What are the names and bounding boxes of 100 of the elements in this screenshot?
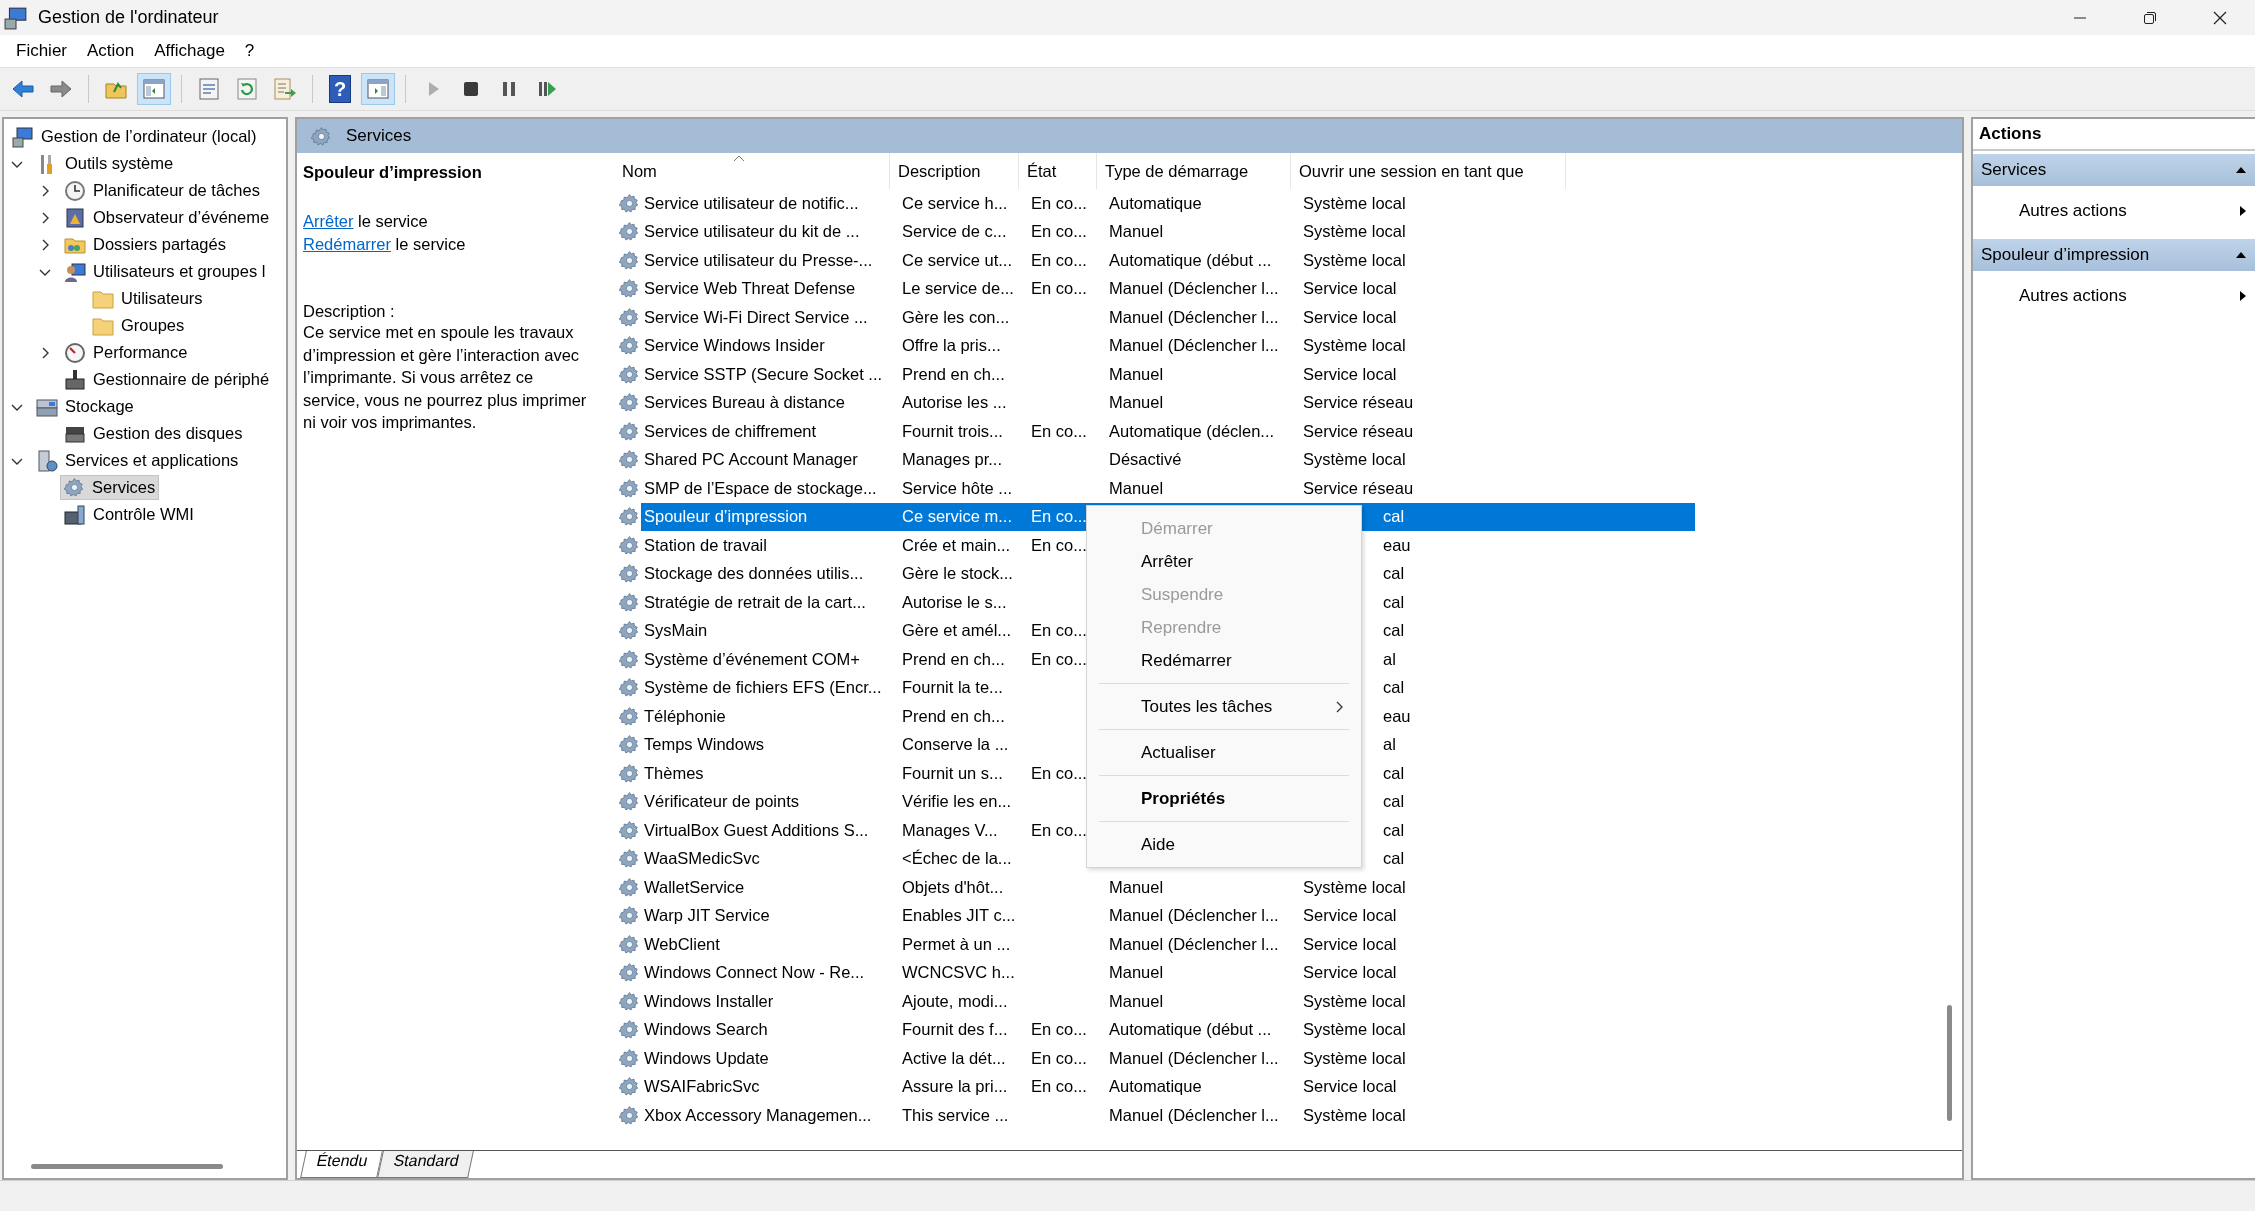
tree-item[interactable]: Outils système <box>32 150 178 177</box>
table-cell[interactable]: WalletService <box>641 877 894 897</box>
tree-item[interactable]: Utilisateurs et groupes l <box>60 258 270 285</box>
tree-item[interactable]: Performance <box>60 339 192 366</box>
table-cell: En co... <box>1031 649 1087 668</box>
table-cell[interactable]: Service Wi-Fi Direct Service ... <box>641 307 894 327</box>
tree-item[interactable]: Gestion de l’ordinateur (local) <box>8 123 261 150</box>
tree-item[interactable]: Services et applications <box>32 447 243 474</box>
table-cell[interactable]: Service utilisateur du Presse-... <box>641 250 894 270</box>
column-header[interactable]: Type de démarrage <box>1097 153 1291 189</box>
table-cell[interactable]: Service Web Threat Defense <box>641 279 894 299</box>
action-pane-button[interactable] <box>361 73 395 105</box>
table-cell-text: Fournit trois... <box>901 421 1004 441</box>
scroll-thumb[interactable] <box>31 1163 223 1169</box>
table-cell[interactable]: Station de travail <box>641 535 894 555</box>
action-item[interactable]: Autres actions <box>1973 271 2255 321</box>
menu-item[interactable]: Affichage <box>144 41 235 61</box>
gear-icon <box>619 762 640 784</box>
help-button[interactable]: ? <box>323 73 357 105</box>
menu-item[interactable]: Actualiser <box>1087 736 1361 769</box>
tree-item[interactable]: Services <box>60 475 160 500</box>
table-cell[interactable]: Service Windows Insider <box>641 336 894 356</box>
tree-item[interactable]: Gestionnaire de périphé <box>60 366 274 393</box>
gear-icon <box>64 477 85 498</box>
table-cell[interactable]: SysMain <box>641 621 894 641</box>
table-cell[interactable]: Windows Installer <box>641 991 894 1011</box>
table-cell: Service local <box>1303 906 1397 925</box>
view-tab[interactable]: Standard <box>376 1151 474 1178</box>
table-cell-text: Le service de... <box>901 279 1015 299</box>
action-item[interactable]: Autres actions <box>1973 186 2255 236</box>
gear-icon <box>619 306 640 328</box>
table-cell[interactable]: Shared PC Account Manager <box>641 450 894 470</box>
menu-item[interactable]: Propriétés <box>1087 782 1361 815</box>
table-cell[interactable]: Services de chiffrement <box>641 421 894 441</box>
menu-item[interactable]: ? <box>234 41 265 61</box>
view-tab[interactable]: Étendu <box>300 1151 383 1178</box>
column-header[interactable]: État <box>1019 153 1097 189</box>
table-cell[interactable]: Service utilisateur de notific... <box>641 193 894 213</box>
table-cell[interactable]: Système d’événement COM+ <box>641 649 894 669</box>
table-cell[interactable]: WaaSMedicSvc <box>641 849 894 869</box>
tree-item[interactable]: Stockage <box>32 393 138 420</box>
window-title: Gestion de l'ordinateur <box>38 7 219 28</box>
tree-item[interactable]: Observateur d’événeme <box>60 204 274 231</box>
tree-item[interactable]: Gestion des disques <box>60 420 247 447</box>
menu-item[interactable]: Toutes les tâches <box>1087 690 1361 723</box>
action-link[interactable]: Arrêter <box>303 212 354 230</box>
table-cell[interactable]: Windows Connect Now - Re... <box>641 963 894 983</box>
menu-item[interactable]: Aide <box>1087 828 1361 861</box>
table-cell[interactable]: Windows Update <box>641 1048 894 1068</box>
action-group-header[interactable]: Spouleur d’impression <box>1973 239 2255 271</box>
gear-icon <box>619 791 640 813</box>
gear-icon <box>619 192 640 214</box>
table-cell[interactable]: Stockage des données utilis... <box>641 564 894 584</box>
table-cell[interactable]: Stratégie de retrait de la cart... <box>641 592 894 612</box>
tree-item[interactable]: Contrôle WMI <box>60 501 198 528</box>
table-cell[interactable]: Services Bureau à distance <box>641 393 894 413</box>
scroll-thumb[interactable] <box>1947 1005 1952 1121</box>
tree-item[interactable]: Dossiers partagés <box>60 231 230 258</box>
collapse-triangle-icon[interactable] <box>2235 251 2247 259</box>
table-cell[interactable]: SMP de l’Espace de stockage... <box>641 478 894 498</box>
collapse-triangle-icon[interactable] <box>2235 166 2247 174</box>
tree-pane-button[interactable] <box>137 73 171 105</box>
menu-item[interactable]: Arrêter <box>1087 545 1361 578</box>
tree-item[interactable]: Planificateur de tâches <box>60 177 264 204</box>
table-cell[interactable]: VirtualBox Guest Additions S... <box>641 820 894 840</box>
table-cell[interactable]: Service SSTP (Secure Socket ... <box>641 364 894 384</box>
table-cell[interactable]: WebClient <box>641 934 894 954</box>
table-cell[interactable]: Thèmes <box>641 763 894 783</box>
gear-icon <box>619 1047 640 1069</box>
table-cell[interactable]: WSAIFabricSvc <box>641 1077 894 1097</box>
table-cell[interactable]: Téléphonie <box>641 706 894 726</box>
gear-icon <box>619 249 640 271</box>
menu-item[interactable]: Redémarrer <box>1087 644 1361 677</box>
table-cell: Manuel (Déclencher l... <box>1109 1048 1279 1067</box>
table-cell: Système local <box>1303 222 1406 241</box>
table-cell: Automatique <box>1109 1077 1202 1096</box>
table-cell[interactable]: Spouleur d’impression <box>641 502 894 531</box>
column-header[interactable]: Ouvrir une session en tant que <box>1291 153 1566 189</box>
column-header[interactable]: Description <box>890 153 1019 189</box>
gear-icon <box>619 620 640 642</box>
table-cell[interactable]: Warp JIT Service <box>641 906 894 926</box>
computer-icon <box>4 5 28 30</box>
action-group-header[interactable]: Services <box>1973 154 2255 186</box>
table-cell[interactable]: Vérificateur de points <box>641 792 894 812</box>
table-cell-text: Service hôte ... <box>901 478 1014 498</box>
action-link[interactable]: Redémarrer <box>303 235 392 253</box>
minimize-icon <box>2072 16 2088 19</box>
tree-item[interactable]: Utilisateurs <box>88 285 207 312</box>
menu-item[interactable]: Fichier <box>6 41 77 61</box>
action-sentence: Redémarrer le service <box>303 234 467 255</box>
table-cell[interactable]: Windows Search <box>641 1020 894 1040</box>
menu-item[interactable]: Action <box>77 41 145 61</box>
table-cell[interactable]: Temps Windows <box>641 735 894 755</box>
restore-icon <box>2142 9 2158 26</box>
table-cell[interactable]: Système de fichiers EFS (Encr... <box>641 678 894 698</box>
column-header[interactable]: Nom <box>614 153 890 189</box>
table-cell: Manuel (Déclencher l... <box>1109 1105 1279 1124</box>
table-cell[interactable]: Service utilisateur du kit de ... <box>641 222 894 242</box>
table-cell[interactable]: Xbox Accessory Managemen... <box>641 1105 894 1125</box>
tree-item[interactable]: Groupes <box>88 312 189 339</box>
